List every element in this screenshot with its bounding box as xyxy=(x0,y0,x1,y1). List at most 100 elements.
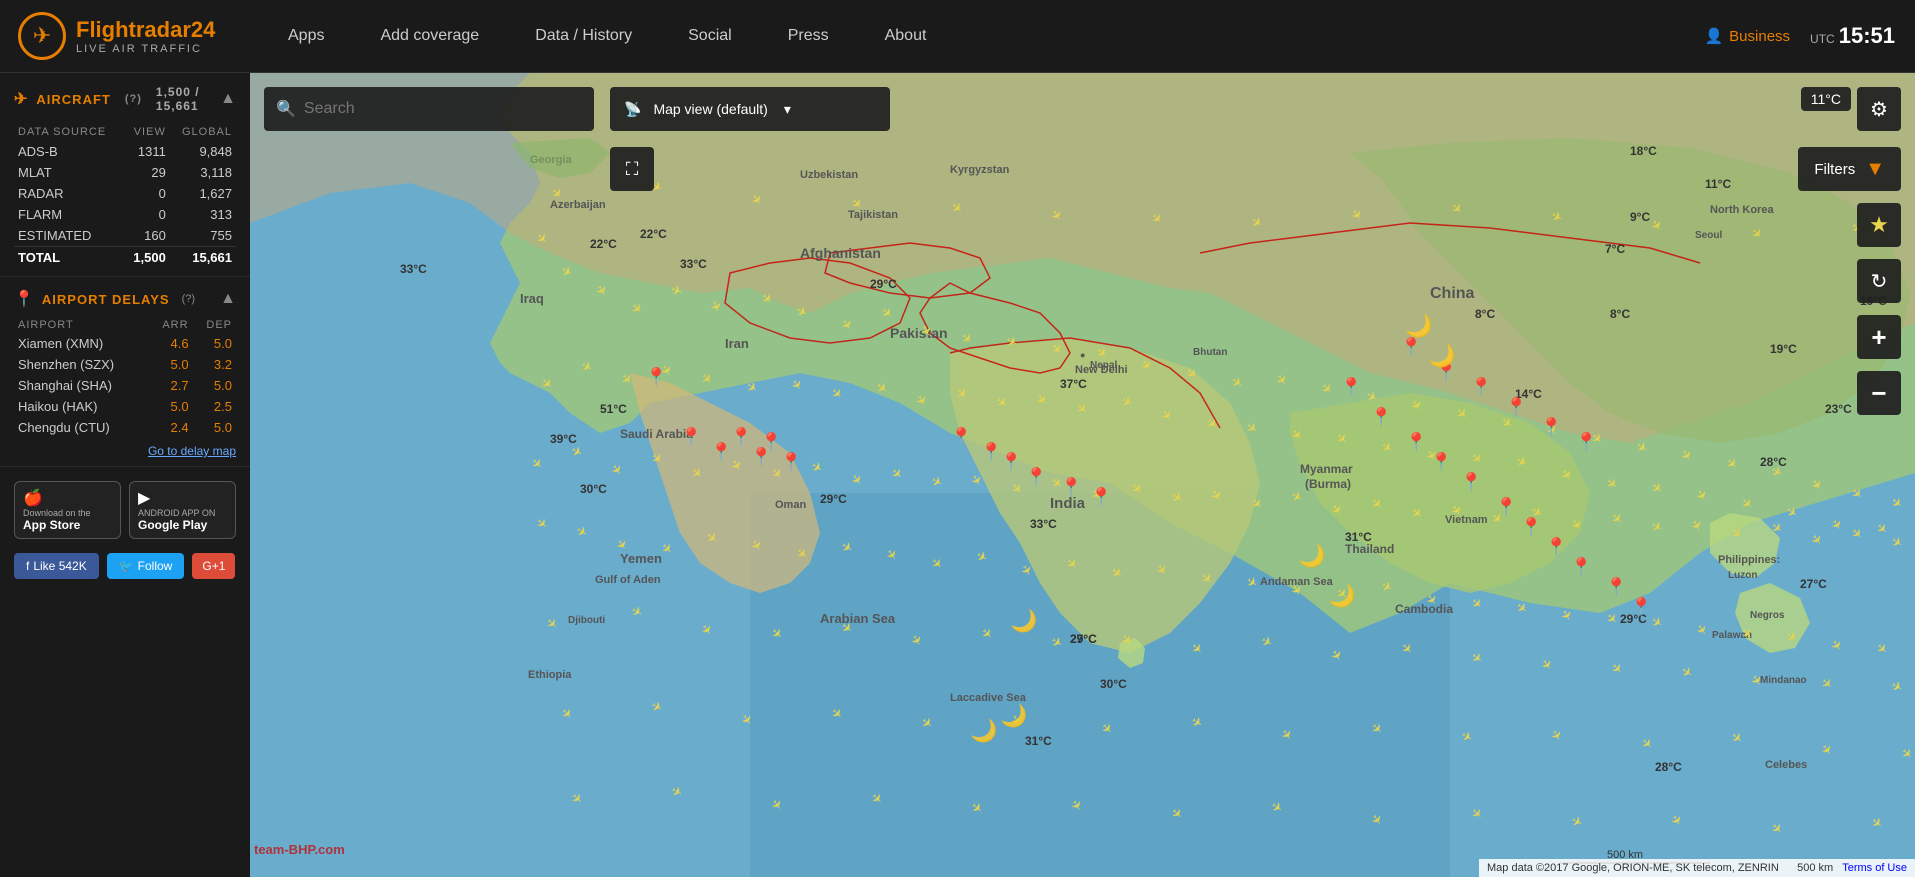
zoom-in-icon: + xyxy=(1871,322,1886,353)
svg-text:📍: 📍 xyxy=(950,426,972,447)
airport-row: Shenzhen (SZX)5.03.2 xyxy=(14,354,236,375)
airport-collapse-btn[interactable]: ▲ xyxy=(220,290,236,308)
svg-text:Bhutan: Bhutan xyxy=(1193,347,1227,358)
svg-text:📍: 📍 xyxy=(1000,451,1022,472)
aircraft-help[interactable]: (?) xyxy=(125,93,142,105)
settings-icon: ⚙ xyxy=(1870,97,1888,122)
googleplus-button[interactable]: G+1 xyxy=(192,553,235,579)
filters-label: Filters xyxy=(1814,161,1855,178)
aircraft-icon: ✈ xyxy=(14,89,28,109)
map-view-button[interactable]: 📡 Map view (default) ▾ xyxy=(610,87,890,131)
aircraft-row: TOTAL1,50015,661 xyxy=(14,247,236,269)
nav-item-press[interactable]: Press xyxy=(760,0,857,73)
svg-text:China: China xyxy=(1430,285,1475,302)
fb-label: Like 542K xyxy=(33,559,86,573)
svg-text:Uzbekistan: Uzbekistan xyxy=(800,169,858,181)
svg-text:North Korea: North Korea xyxy=(1710,204,1774,216)
airport-row: Chengdu (CTU)2.45.0 xyxy=(14,417,236,438)
svg-text:Nepal: Nepal xyxy=(1090,360,1117,371)
svg-text:📍: 📍 xyxy=(730,426,752,447)
airport-row: Haikou (HAK)5.02.5 xyxy=(14,396,236,417)
airport-help[interactable]: (?) xyxy=(182,293,195,305)
svg-text:📍: 📍 xyxy=(1400,336,1422,357)
col-global: GLOBAL xyxy=(170,123,236,141)
svg-text:Ethiopia: Ethiopia xyxy=(528,669,572,681)
svg-text:🌙: 🌙 xyxy=(1000,703,1027,729)
svg-text:Cambodia: Cambodia xyxy=(1395,602,1453,616)
logo-plane-icon: ✈ xyxy=(33,23,51,49)
star-button[interactable]: ★ xyxy=(1857,203,1901,247)
svg-text:📍: 📍 xyxy=(1090,486,1112,507)
search-input[interactable] xyxy=(304,100,582,118)
business-button[interactable]: 👤 Business xyxy=(1704,27,1790,45)
aircraft-collapse-btn[interactable]: ▲ xyxy=(220,90,236,108)
utc-time: 15:51 xyxy=(1839,23,1895,49)
svg-text:37°C: 37°C xyxy=(1060,377,1087,391)
aircraft-count: 1,500 / 15,661 xyxy=(156,85,220,113)
svg-text:Kyrgyzstan: Kyrgyzstan xyxy=(950,164,1010,176)
svg-text:Yemen: Yemen xyxy=(620,551,662,566)
svg-text:📍: 📍 xyxy=(780,451,802,472)
zoom-out-button[interactable]: − xyxy=(1857,371,1901,415)
airport-row: Shanghai (SHA)2.75.0 xyxy=(14,375,236,396)
svg-text:30°C: 30°C xyxy=(580,482,607,496)
svg-text:📍: 📍 xyxy=(1520,516,1542,537)
facebook-button[interactable]: f Like 542K xyxy=(14,553,99,579)
col-source: DATA SOURCE xyxy=(14,123,124,141)
google-play-name: Google Play xyxy=(138,518,227,532)
settings-button[interactable]: ⚙ xyxy=(1857,87,1901,131)
nav-item-social[interactable]: Social xyxy=(660,0,760,73)
top-navigation: ✈ Flightradar24 LIVE AIR TRAFFIC Apps Ad… xyxy=(0,0,1915,73)
svg-text:33°C: 33°C xyxy=(680,257,707,271)
svg-text:📍: 📍 xyxy=(1470,376,1492,397)
map-area[interactable]: 33°C 22°C 51°C 33°C 30°C 39°C 29°C 29°C … xyxy=(250,73,1915,877)
col-arr: ARR xyxy=(148,317,192,333)
svg-text:📍: 📍 xyxy=(1575,431,1597,452)
nav-item-add-coverage[interactable]: Add coverage xyxy=(352,0,507,73)
svg-text:8°C: 8°C xyxy=(1610,307,1630,321)
aircraft-row: ADS-B13119,848 xyxy=(14,141,236,162)
svg-text:51°C: 51°C xyxy=(600,402,627,416)
fullscreen-button[interactable]: ⛶ xyxy=(610,147,654,191)
svg-text:Pakistan: Pakistan xyxy=(890,325,948,341)
col-view: VIEW xyxy=(124,123,170,141)
delay-map-link[interactable]: Go to delay map xyxy=(14,444,236,458)
aircraft-row: ESTIMATED160755 xyxy=(14,225,236,247)
user-icon: 👤 xyxy=(1704,27,1723,45)
nav-item-apps[interactable]: Apps xyxy=(260,0,352,73)
search-bar: 🔍 xyxy=(264,87,594,131)
nav-right: 👤 Business UTC 15:51 xyxy=(1704,23,1915,49)
svg-text:9°C: 9°C xyxy=(1630,210,1650,224)
aircraft-row: MLAT293,118 xyxy=(14,162,236,183)
map-view-label: Map view (default) xyxy=(653,101,767,117)
svg-text:18°C: 18°C xyxy=(1630,144,1657,158)
svg-text:Negros: Negros xyxy=(1750,610,1785,621)
col-airport: AIRPORT xyxy=(14,317,148,333)
svg-text:28°C: 28°C xyxy=(1655,760,1682,774)
google-play-button[interactable]: ▶ ANDROID APP ON Google Play xyxy=(129,481,236,539)
svg-text:📍: 📍 xyxy=(645,366,667,387)
svg-text:27°C: 27°C xyxy=(1800,577,1827,591)
twitter-button[interactable]: 🐦 Follow xyxy=(107,553,185,579)
svg-text:Djibouti: Djibouti xyxy=(568,615,605,626)
zoom-in-button[interactable]: + xyxy=(1857,315,1901,359)
gp-label: G+1 xyxy=(202,559,225,573)
svg-text:India: India xyxy=(1050,495,1086,512)
search-icon: 🔍 xyxy=(276,99,296,119)
svg-text:📍: 📍 xyxy=(1370,406,1392,427)
app-store-button[interactable]: 🍎 Download on the App Store xyxy=(14,481,121,539)
refresh-button[interactable]: ↻ xyxy=(1857,259,1901,303)
svg-text:19°C: 19°C xyxy=(1770,342,1797,356)
filters-panel[interactable]: Filters ▼ xyxy=(1798,147,1901,191)
svg-text:📍: 📍 xyxy=(760,431,782,452)
star-icon: ★ xyxy=(1869,212,1889,238)
logo-text: Flightradar24 LIVE AIR TRAFFIC xyxy=(76,17,215,55)
brand-subtitle: LIVE AIR TRAFFIC xyxy=(76,43,215,55)
nav-item-about[interactable]: About xyxy=(857,0,955,73)
nav-item-data-history[interactable]: Data / History xyxy=(507,0,660,73)
svg-text:📍: 📍 xyxy=(1570,556,1592,577)
svg-text:33°C: 33°C xyxy=(1030,517,1057,531)
temp-value: 11°C xyxy=(1811,91,1841,107)
svg-text:Thailand: Thailand xyxy=(1345,542,1394,556)
svg-text:23°C: 23°C xyxy=(1825,402,1852,416)
